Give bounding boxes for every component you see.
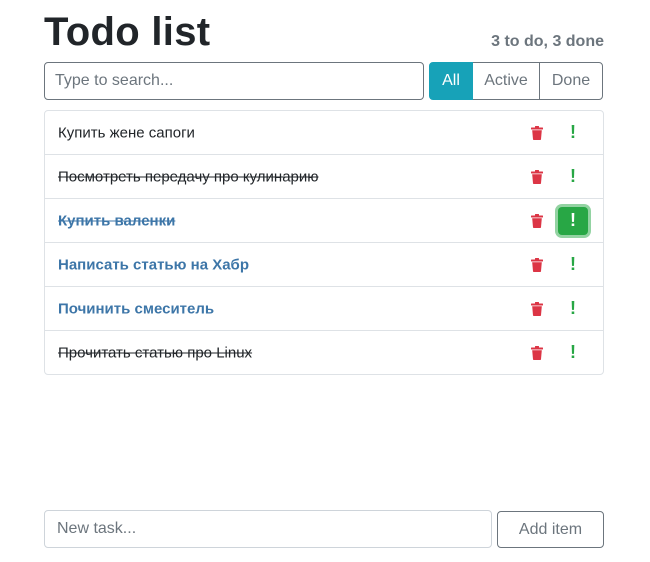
trash-icon <box>531 257 543 272</box>
filter-done-button[interactable]: Done <box>539 62 603 100</box>
search-input[interactable] <box>44 62 424 100</box>
mark-important-button[interactable]: ! <box>556 293 590 325</box>
filter-active-button[interactable]: Active <box>472 62 540 100</box>
todo-item-label[interactable]: Написать статью на Хабр <box>58 256 249 273</box>
add-item-form: Add item <box>44 510 604 548</box>
list-item: Купить валенки! <box>45 198 603 242</box>
todo-item-label[interactable]: Купить валенки <box>58 212 175 229</box>
trash-icon <box>531 301 543 316</box>
mark-important-button[interactable]: ! <box>556 337 590 369</box>
exclamation-icon: ! <box>570 210 576 230</box>
list-item: Купить жене сапоги! <box>45 111 603 154</box>
trash-icon <box>531 125 543 140</box>
exclamation-icon: ! <box>570 254 576 274</box>
delete-button[interactable] <box>527 253 547 277</box>
todo-item-label[interactable]: Купить жене сапоги <box>58 124 195 141</box>
todo-item-label[interactable]: Починить смеситель <box>58 300 214 317</box>
task-counts: 3 to do, 3 done <box>491 33 604 50</box>
mark-important-button[interactable]: ! <box>558 206 588 235</box>
delete-button[interactable] <box>527 165 547 189</box>
list-item: Посмотреть передачу про кулинарию! <box>45 154 603 198</box>
trash-icon <box>531 169 543 184</box>
exclamation-icon: ! <box>570 342 576 362</box>
mark-important-button[interactable]: ! <box>556 117 590 149</box>
list-item: Прочитать статью про Linux! <box>45 330 603 374</box>
list-item: Починить смеситель! <box>45 286 603 330</box>
new-task-input[interactable] <box>44 510 492 548</box>
delete-button[interactable] <box>527 209 547 233</box>
todo-item-label[interactable]: Прочитать статью про Linux <box>58 344 252 361</box>
todo-list: Купить жене сапоги! Посмотреть передачу п… <box>44 110 604 375</box>
delete-button[interactable] <box>527 341 547 365</box>
todo-item-label[interactable]: Посмотреть передачу про кулинарию <box>58 168 319 185</box>
todo-app: Todo list 3 to do, 3 done All Active Don… <box>0 0 650 562</box>
exclamation-icon: ! <box>570 166 576 186</box>
trash-icon <box>531 345 543 360</box>
status-filter: All Active Done <box>429 62 603 100</box>
mark-important-button[interactable]: ! <box>556 161 590 193</box>
delete-button[interactable] <box>527 121 547 145</box>
exclamation-icon: ! <box>570 298 576 318</box>
exclamation-icon: ! <box>570 122 576 142</box>
search-panel: All Active Done <box>44 62 604 100</box>
mark-important-button[interactable]: ! <box>556 249 590 281</box>
list-item: Написать статью на Хабр! <box>45 242 603 286</box>
filter-all-button[interactable]: All <box>429 62 473 100</box>
app-header: Todo list 3 to do, 3 done <box>44 8 604 56</box>
trash-icon <box>531 213 543 228</box>
add-item-button[interactable]: Add item <box>497 511 604 548</box>
delete-button[interactable] <box>527 297 547 321</box>
page-title: Todo list <box>44 10 211 54</box>
